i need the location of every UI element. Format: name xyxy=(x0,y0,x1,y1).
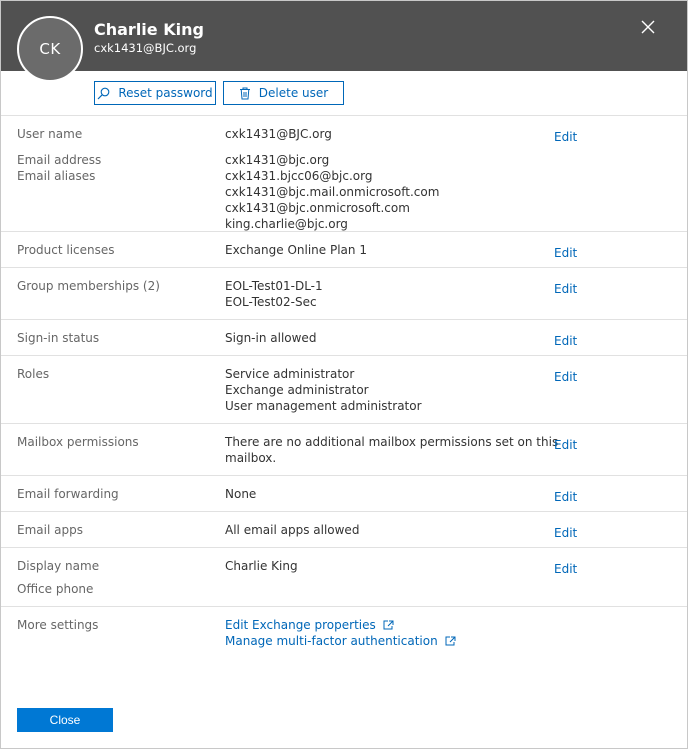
user-display-name: Charlie King xyxy=(94,20,204,39)
more-settings-links: Edit Exchange properties Manage multi-fa… xyxy=(225,617,456,649)
reset-password-label: Reset password xyxy=(118,86,213,100)
edit-user-name-link[interactable]: Edit xyxy=(554,129,577,145)
email-alias-value: cxk1431@bjc.onmicrosoft.com xyxy=(225,201,410,215)
role-item: User management administrator xyxy=(225,399,422,413)
roles-label: Roles xyxy=(17,367,50,381)
role-item: Exchange administrator xyxy=(225,383,369,397)
edit-product-licenses-link[interactable]: Edit xyxy=(554,245,577,261)
product-licenses-label: Product licenses xyxy=(17,243,115,257)
group-memberships-label: Group memberships (2) xyxy=(17,279,160,293)
email-alias-value: cxk1431@bjc.mail.onmicrosoft.com xyxy=(225,185,440,199)
mailbox-permissions-label: Mailbox permissions xyxy=(17,435,139,449)
edit-roles-link[interactable]: Edit xyxy=(554,369,577,385)
reset-password-button[interactable]: Reset password xyxy=(94,81,216,105)
group-item: EOL-Test01-DL-1 xyxy=(225,279,323,293)
email-address-label: Email address xyxy=(17,153,102,167)
panel-header: CK Charlie King cxk1431@BJC.org xyxy=(1,1,687,82)
row-mailbox-permissions: Mailbox permissions There are no additio… xyxy=(1,424,687,476)
edit-email-apps-link[interactable]: Edit xyxy=(554,525,577,541)
edit-display-name-link[interactable]: Edit xyxy=(554,561,577,577)
close-icon[interactable] xyxy=(638,17,658,37)
row-email-forwarding: Email forwarding None Edit xyxy=(1,476,687,512)
close-button[interactable]: Close xyxy=(17,708,113,732)
row-sign-in-status: Sign-in status Sign-in allowed Edit xyxy=(1,320,687,356)
search-key-icon xyxy=(97,87,110,99)
external-link-icon xyxy=(445,636,456,646)
row-more-settings: More settings Edit Exchange properties M… xyxy=(1,607,687,667)
sign-in-status-label: Sign-in status xyxy=(17,331,100,345)
role-item: Service administrator xyxy=(225,367,355,381)
email-aliases-label: Email aliases xyxy=(17,169,96,183)
mailbox-permissions-line: There are no additional mailbox permissi… xyxy=(225,435,559,449)
mailbox-permissions-value: There are no additional mailbox permissi… xyxy=(225,434,558,466)
external-link-icon xyxy=(383,620,394,630)
mailbox-permissions-line: mailbox. xyxy=(225,451,277,465)
email-apps-value: All email apps allowed xyxy=(225,523,360,537)
row-product-licenses: Product licenses Exchange Online Plan 1 … xyxy=(1,232,687,268)
email-address-list: cxk1431@bjc.org cxk1431.bjcc06@bjc.org c… xyxy=(225,152,439,232)
edit-mailbox-permissions-link[interactable]: Edit xyxy=(554,437,577,453)
email-apps-label: Email apps xyxy=(17,523,83,537)
email-alias-value: cxk1431.bjcc06@bjc.org xyxy=(225,169,373,183)
display-name-label: Display name xyxy=(17,559,100,573)
edit-sign-in-status-link[interactable]: Edit xyxy=(554,333,577,349)
email-address-value: cxk1431@bjc.org xyxy=(225,153,330,167)
email-alias-value: king.charlie@bjc.org xyxy=(225,217,348,231)
group-item: EOL-Test02-Sec xyxy=(225,295,317,309)
row-display-name: Display name Charlie King Office phone E… xyxy=(1,548,687,607)
roles-list: Service administrator Exchange administr… xyxy=(225,366,422,414)
row-group-memberships: Group memberships (2) EOL-Test01-DL-1 EO… xyxy=(1,268,687,320)
trash-icon xyxy=(239,87,250,99)
delete-user-label: Delete user xyxy=(258,86,329,100)
user-email: cxk1431@BJC.org xyxy=(94,41,197,55)
office-phone-label: Office phone xyxy=(17,582,94,596)
email-forwarding-value: None xyxy=(225,487,257,501)
email-forwarding-label: Email forwarding xyxy=(17,487,119,501)
user-name-label: User name xyxy=(17,127,83,141)
edit-group-memberships-link[interactable]: Edit xyxy=(554,281,577,297)
edit-exchange-properties-text: Edit Exchange properties xyxy=(225,618,376,632)
row-user-name-email: User name cxk1431@BJC.org Edit Email add… xyxy=(1,116,687,232)
more-settings-label: More settings xyxy=(17,618,99,632)
row-email-apps: Email apps All email apps allowed Edit xyxy=(1,512,687,548)
delete-user-button[interactable]: Delete user xyxy=(223,81,344,105)
sign-in-status-value: Sign-in allowed xyxy=(225,331,317,345)
edit-email-forwarding-link[interactable]: Edit xyxy=(554,489,577,505)
user-name-value: cxk1431@BJC.org xyxy=(225,127,332,141)
row-roles: Roles Service administrator Exchange adm… xyxy=(1,356,687,424)
product-licenses-value: Exchange Online Plan 1 xyxy=(225,243,367,257)
user-details-panel: CK Charlie King cxk1431@BJC.org Reset pa… xyxy=(0,0,688,749)
edit-exchange-properties-link[interactable]: Edit Exchange properties xyxy=(225,617,456,633)
manage-mfa-link[interactable]: Manage multi-factor authentication xyxy=(225,633,456,649)
display-name-value: Charlie King xyxy=(225,559,298,573)
action-toolbar: Reset password Delete user xyxy=(1,71,687,116)
group-memberships-list: EOL-Test01-DL-1 EOL-Test02-Sec xyxy=(225,278,323,310)
manage-mfa-text: Manage multi-factor authentication xyxy=(225,634,438,648)
